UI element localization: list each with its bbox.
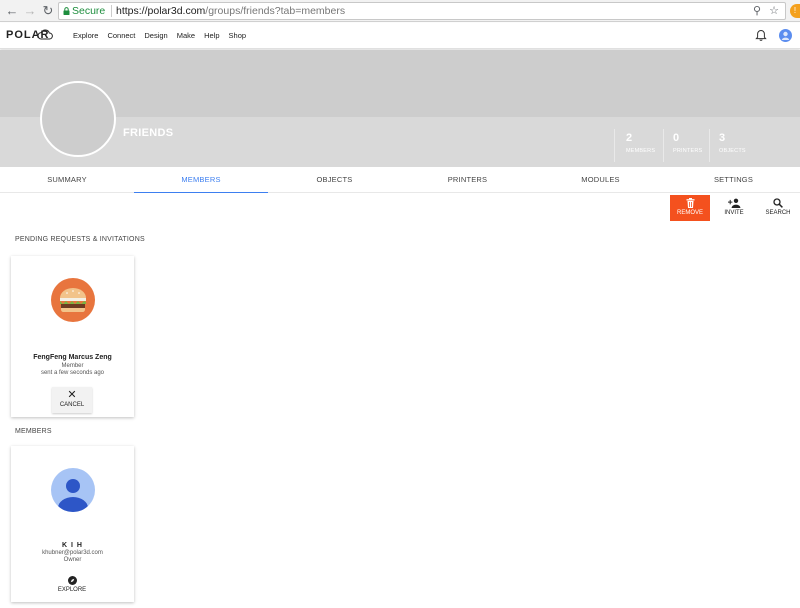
pending-member-name: FengFeng Marcus Zeng: [33, 354, 112, 361]
back-arrow-icon[interactable]: ←: [4, 3, 20, 19]
stat-printers-label: PRINTERS: [673, 148, 703, 154]
tab-objects[interactable]: OBJECTS: [268, 167, 401, 193]
compass-icon: [67, 576, 77, 585]
stat-objects[interactable]: 3 OBJECTS: [719, 132, 746, 154]
burger-avatar: [51, 278, 95, 322]
cancel-label: CANCEL: [59, 402, 85, 408]
app-header: POLAR Explore Connect Design Make Help Shop: [0, 23, 800, 49]
bookmark-star-icon[interactable]: ☆: [769, 3, 779, 19]
pending-member-role: Member: [61, 363, 84, 369]
browser-toolbar: ← → ↻ Secure https://polar3d.com/groups/…: [0, 0, 800, 22]
reload-icon[interactable]: ↻: [40, 3, 56, 19]
pending-member-status: sent a few seconds ago: [40, 370, 105, 376]
stat-divider: [709, 129, 710, 162]
url-host: https://polar3d.com: [116, 5, 206, 17]
member-email: khubner@polar3d.com: [42, 550, 103, 556]
group-name: FRIENDS: [123, 127, 174, 139]
pending-section-title: PENDING REQUESTS & INVITATIONS: [15, 236, 145, 243]
nav-make[interactable]: Make: [177, 31, 195, 40]
group-avatar: [40, 81, 116, 157]
explore-label: EXPLORE: [57, 587, 87, 593]
member-role: Owner: [63, 557, 82, 563]
stat-divider: [614, 129, 615, 162]
address-bar[interactable]: Secure https://polar3d.com/groups/friend…: [58, 2, 786, 20]
secure-label: Secure: [72, 5, 106, 17]
nav-connect[interactable]: Connect: [107, 31, 135, 40]
stat-members[interactable]: 2 MEMBERS: [626, 132, 655, 154]
stat-objects-value: 3: [719, 132, 726, 144]
stat-objects-label: OBJECTS: [719, 148, 746, 154]
url-divider: [111, 5, 112, 17]
url-text: https://polar3d.com/groups/friends?tab=m…: [116, 3, 345, 19]
member-name: K I H: [62, 542, 83, 549]
cancel-invite-button[interactable]: ✕ CANCEL: [52, 387, 92, 413]
add-person-icon: [727, 198, 740, 208]
account-avatar-icon[interactable]: [779, 29, 792, 42]
search-button[interactable]: SEARCH: [762, 195, 794, 221]
stat-printers-value: 0: [673, 132, 680, 144]
members-section-title: MEMBERS: [15, 428, 52, 435]
tab-settings[interactable]: SETTINGS: [667, 167, 800, 193]
nav-design[interactable]: Design: [144, 31, 167, 40]
invite-label: INVITE: [724, 210, 744, 216]
forward-arrow-icon[interactable]: →: [22, 3, 38, 19]
trash-icon: [686, 198, 694, 208]
stat-members-label: MEMBERS: [626, 148, 656, 154]
remove-label: REMOVE: [676, 210, 703, 216]
notification-bell-icon[interactable]: [755, 29, 767, 42]
extension-alert-icon[interactable]: !: [790, 4, 800, 18]
nav-help[interactable]: Help: [204, 31, 219, 40]
member-card[interactable]: K I H khubner@polar3d.com Owner EXPLORE: [11, 446, 134, 602]
nav-shop[interactable]: Shop: [229, 31, 247, 40]
account-person-icon: [781, 31, 790, 40]
close-icon: ✕: [67, 389, 77, 401]
explore-button[interactable]: EXPLORE: [52, 575, 92, 599]
cloud-icon: [37, 29, 53, 40]
search-label: SEARCH: [765, 210, 791, 216]
stat-printers[interactable]: 0 PRINTERS: [673, 132, 702, 154]
tab-printers[interactable]: PRINTERS: [401, 167, 534, 193]
tab-members[interactable]: MEMBERS: [134, 167, 268, 193]
group-banner: FRIENDS 2 MEMBERS 0 PRINTERS 3 OBJECTS: [0, 50, 800, 167]
stat-members-value: 2: [626, 132, 633, 144]
tab-summary[interactable]: SUMMARY: [0, 167, 134, 193]
nav-explore[interactable]: Explore: [73, 31, 98, 40]
pending-member-card[interactable]: FengFeng Marcus Zeng Member sent a few s…: [11, 256, 134, 417]
url-path: /groups/friends?tab=members: [205, 5, 346, 17]
tab-modules[interactable]: MODULES: [534, 167, 667, 193]
stat-divider: [663, 129, 664, 162]
lock-icon: [63, 7, 70, 15]
zoom-icon[interactable]: ⚲: [753, 3, 761, 19]
member-avatar: [51, 468, 95, 512]
group-tabs: SUMMARY MEMBERS OBJECTS PRINTERS MODULES…: [0, 167, 800, 193]
search-icon: [773, 198, 783, 208]
remove-button[interactable]: REMOVE: [670, 195, 710, 221]
invite-button[interactable]: INVITE: [718, 195, 750, 221]
top-nav: Explore Connect Design Make Help Shop: [73, 31, 255, 40]
